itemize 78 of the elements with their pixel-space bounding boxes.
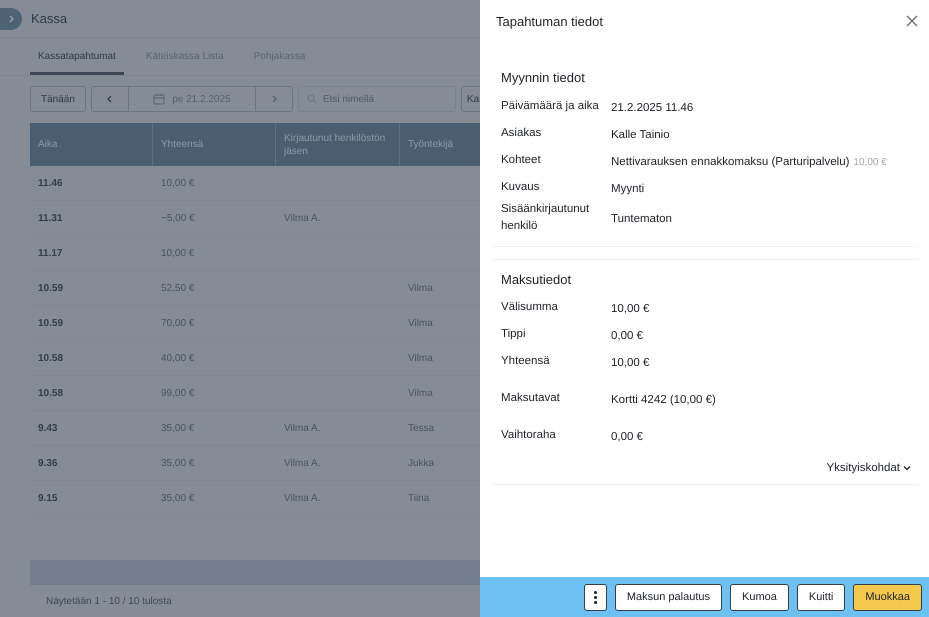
page-title: Kassa — [31, 11, 68, 26]
table-cell: Tiina — [408, 492, 430, 504]
table-cell: 10.58 — [38, 352, 64, 364]
table-cell: Jukka — [408, 458, 434, 468]
field-label: Vaihtoraha — [501, 428, 557, 444]
table-cell: Vilma A. — [284, 212, 320, 224]
column-header: Aika — [30, 123, 153, 166]
field-label: Päivämäärä ja aika — [501, 98, 600, 114]
action-button[interactable]: Maksun palautus — [614, 584, 722, 610]
field-value: Nettivarauksen ennakkomaksu (Parturipalvelu) — [611, 156, 850, 168]
field-value: 0,00 € — [611, 431, 643, 443]
primary-button[interactable]: Muokkaa — [853, 584, 922, 610]
field-value: Myynti — [611, 182, 644, 194]
field-value: 10,00 € — [611, 357, 650, 369]
table-cell: 35,00 € — [161, 492, 194, 504]
field-value: Kortti 4242 (10,00 €) — [611, 394, 716, 406]
table-cell: 70,00 € — [161, 318, 194, 328]
action-button[interactable]: Kuitti — [796, 584, 846, 610]
action-button[interactable]: Kumoa — [730, 584, 789, 610]
chevron-right-icon — [270, 95, 278, 103]
table-cell: 10,00 € — [161, 178, 194, 188]
field-label: Kohteet — [501, 152, 542, 168]
table-cell: 10.59 — [38, 318, 64, 328]
tab[interactable]: Kassatapahtumat — [30, 38, 124, 75]
drawer-title: Tapahtuman tiedot — [496, 14, 603, 28]
table-cell: Vilma — [408, 282, 433, 294]
close-button[interactable] — [905, 14, 919, 28]
table-cell: −5,00 € — [161, 212, 195, 224]
table-cell: Vilma — [408, 388, 433, 398]
close-icon — [905, 14, 919, 28]
field-label: Yhteensä — [501, 354, 551, 370]
table-cell: 52,50 € — [161, 282, 194, 294]
table-cell: 9.43 — [38, 422, 58, 434]
results-count: Näytetään 1 - 10 / 10 tulosta — [46, 596, 172, 606]
table-cell: 10.58 — [38, 388, 64, 398]
sidebar-toggle[interactable] — [0, 8, 22, 30]
table-cell: 9.36 — [38, 458, 58, 468]
field-label: Asiakas — [501, 126, 542, 141]
table-cell: 11.17 — [38, 248, 62, 258]
table-cell: 99,00 € — [161, 388, 194, 398]
table-cell: 35,00 € — [161, 458, 194, 468]
chevron-right-icon — [7, 14, 15, 22]
field-value: 10,00 € — [611, 303, 650, 315]
field-label: Tippi — [501, 327, 526, 342]
table-cell: 11.31 — [38, 212, 62, 224]
field-value: Tuntematon — [611, 213, 672, 226]
field-label: Kuvaus — [501, 180, 540, 195]
section-title: Myynnin tiedot — [501, 70, 586, 85]
details-toggle[interactable]: Yksityiskohdat — [826, 462, 911, 474]
field-label: Sisäänkirjautunut henkilö — [501, 202, 590, 234]
table-cell: 9.15 — [38, 492, 58, 504]
table-cell: 10,00 € — [161, 248, 194, 258]
field-label: Maksutavat — [501, 391, 561, 406]
field-value: 21.2.2025 11.46 — [611, 102, 694, 114]
more-button[interactable] — [584, 584, 607, 610]
more-icon — [594, 590, 597, 604]
table-cell: Vilma A. — [284, 492, 320, 504]
table-cell: 35,00 € — [161, 422, 194, 434]
calendar-icon — [153, 93, 166, 105]
chevron-left-icon — [106, 95, 114, 103]
column-header: Yhteensä — [153, 123, 276, 166]
today-button[interactable]: Tänään — [30, 86, 86, 112]
table-cell: Vilma — [408, 352, 433, 364]
table-cell: Vilma — [408, 318, 433, 328]
field-label: Välisumma — [501, 300, 559, 316]
item-price: 10,00 € — [853, 156, 887, 168]
table-cell: Tessa — [408, 422, 434, 434]
table-cell: Vilma A. — [284, 422, 320, 434]
table-cell: Vilma A. — [284, 458, 320, 468]
table-cell: 10.59 — [38, 282, 64, 294]
field-value: 0,00 € — [611, 330, 643, 342]
section-title: Maksutiedot — [501, 272, 572, 286]
table-cell: 40,00 € — [161, 352, 194, 364]
chevron-down-icon — [903, 464, 911, 472]
filter-button[interactable]: Ka — [460, 86, 480, 112]
field-value: Kalle Tainio — [611, 128, 670, 140]
column-header: Kirjautunut henkilöstön jäsen — [276, 123, 400, 166]
table-cell: 11.46 — [38, 178, 62, 188]
